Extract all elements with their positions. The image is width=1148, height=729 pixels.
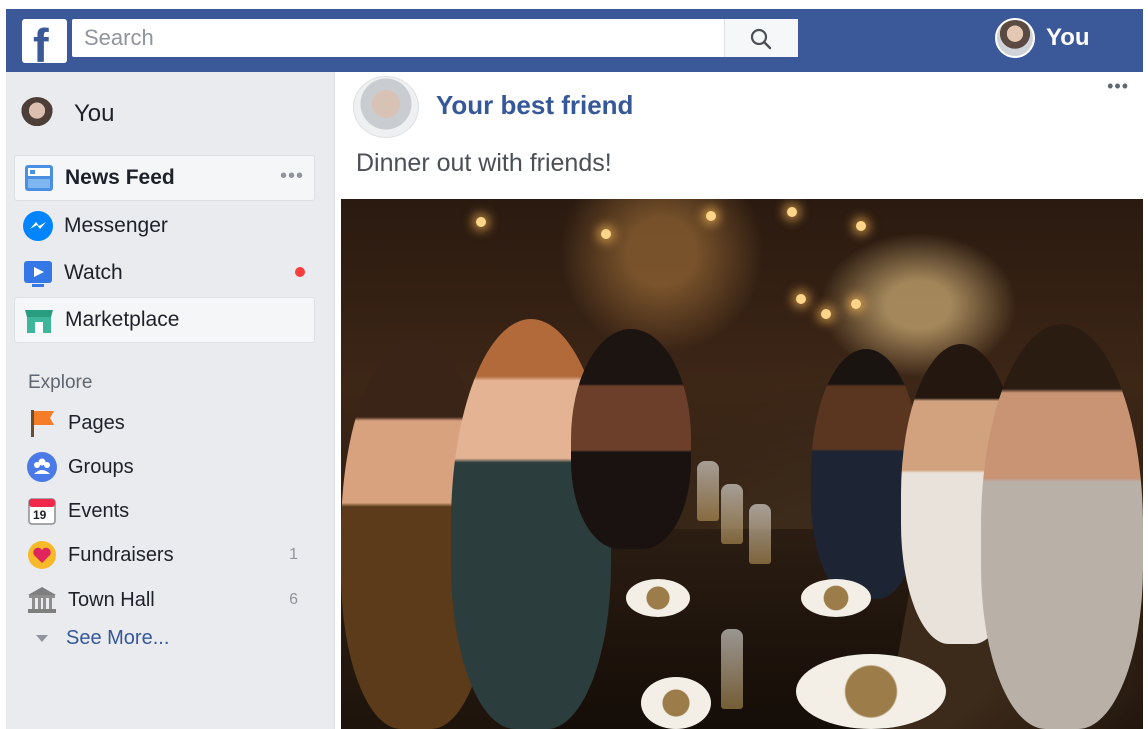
sidebar-item-events[interactable]: 19 Events [26,493,306,529]
see-more-label: See More... [66,627,170,649]
sidebar-item-label: Watch [64,261,123,284]
sidebar-item-label: Marketplace [65,308,180,331]
avatar [995,18,1035,58]
sidebar-item-fundraisers[interactable]: Fundraisers 1 [26,537,306,573]
messenger-icon [22,210,54,242]
item-count-badge: 1 [289,546,298,563]
dinner-plate [796,654,946,729]
marketplace-icon [23,304,55,336]
profile-link[interactable]: You [995,17,1090,59]
ceiling-light [787,207,797,217]
wine-glass [749,504,771,564]
search-icon [750,28,772,50]
ceiling-light [706,211,716,221]
more-options-icon[interactable]: ••• [280,165,304,188]
groups-icon [26,451,58,483]
diner [571,329,691,549]
sidebar-item-label: Groups [68,455,134,478]
top-navigation-bar: f You [6,9,1143,72]
sidebar-item-marketplace[interactable]: Marketplace [14,297,315,343]
diner [981,324,1143,729]
sidebar-item-label: Town Hall [68,588,155,611]
avatar[interactable] [353,76,419,138]
post-text: Dinner out with friends! [356,149,612,177]
wine-glass [721,629,743,709]
search-box [72,19,798,57]
ceiling-light [851,299,861,309]
calendar-icon: 19 [26,495,58,527]
profile-name: You [1046,24,1090,51]
wine-glass [697,461,719,521]
fundraiser-heart-icon [26,539,58,571]
sidebar-item-watch[interactable]: Watch [14,250,315,296]
flag-icon [26,407,58,439]
explore-heading: Explore [28,372,93,393]
news-feed-icon [23,162,55,194]
post-options-icon[interactable]: ••• [1107,76,1129,97]
ceiling-light [476,217,486,227]
see-more-link[interactable]: See More... [36,627,169,650]
sidebar-item-pages[interactable]: Pages [26,405,306,441]
ceiling-light [796,294,806,304]
calendar-day: 19 [33,508,47,522]
ceiling-light [601,229,611,239]
item-count-badge: 6 [289,591,298,608]
facebook-logo-icon[interactable]: f [22,19,67,63]
chevron-down-icon [36,635,48,642]
dinner-plate [801,579,871,617]
notification-dot [295,267,305,277]
sidebar-user-profile[interactable]: You [20,94,115,134]
sidebar-item-groups[interactable]: Groups [26,449,306,485]
search-button[interactable] [724,19,798,57]
feed-post: Your best friend ••• Dinner out with fri… [341,72,1143,729]
ceiling-light [856,221,866,231]
sidebar-item-town-hall[interactable]: Town Hall 6 [26,582,306,618]
sidebar-item-label: Events [68,499,130,522]
sidebar-item-label: Messenger [64,214,168,237]
sidebar-item-messenger[interactable]: Messenger [14,203,315,249]
dinner-plate [626,579,690,617]
sidebar-item-label: Fundraisers [68,543,174,566]
avatar [20,97,54,131]
sidebar-item-label: News Feed [65,166,175,189]
sidebar-user-name: You [74,100,115,127]
town-hall-icon [26,584,58,616]
wine-glass [721,484,743,544]
post-author-name[interactable]: Your best friend [436,90,633,121]
left-sidebar: You News Feed ••• Messenger Watch Market… [6,72,335,729]
watch-icon [22,257,54,289]
dinner-plate [641,677,711,729]
search-input[interactable] [72,19,724,57]
sidebar-item-label: Pages [68,411,125,434]
sidebar-item-news-feed[interactable]: News Feed ••• [14,155,315,201]
ceiling-light [821,309,831,319]
post-photo[interactable] [341,199,1143,729]
